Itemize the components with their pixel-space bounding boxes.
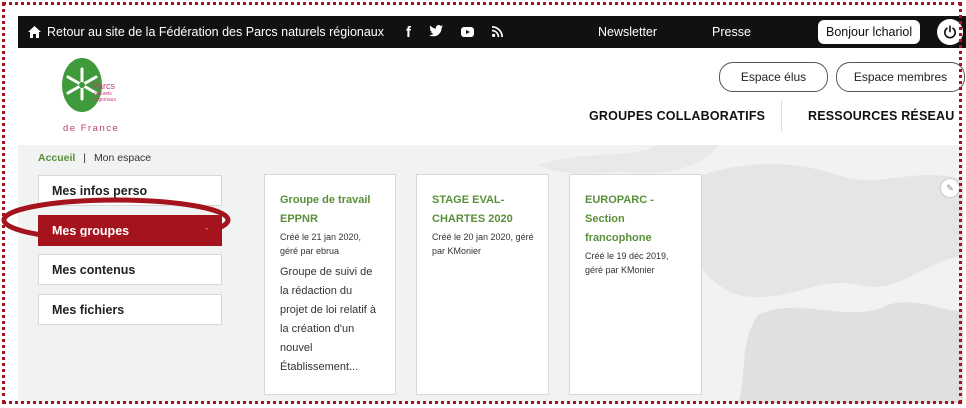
federation-home-link[interactable]: Retour au site de la Fédération des Parc… <box>28 16 384 48</box>
federation-home-label: Retour au site de la Fédération des Parc… <box>47 25 384 39</box>
logo-text-regionaux: régionaux <box>94 97 116 103</box>
nav-ressources-reseau[interactable]: RESSOURCES RÉSEAU <box>808 109 955 123</box>
power-icon <box>944 25 956 39</box>
breadcrumb-home-link[interactable]: Accueil <box>38 152 75 164</box>
annotation-ellipse <box>1 197 231 243</box>
nav-groupes-collaboratifs[interactable]: GROUPES COLLABORATIFS <box>589 109 765 123</box>
group-card-meta: Créé le 20 jan 2020, géré par KMonier <box>432 232 534 256</box>
espace-elus-button[interactable]: Espace élus <box>719 62 828 92</box>
edit-pencil-icon[interactable]: ✎ <box>940 178 960 198</box>
group-card[interactable]: EUROPARC - Section francophone Créé le 1… <box>569 174 702 395</box>
breadcrumb-current: Mon espace <box>93 152 152 164</box>
espace-membres-button[interactable]: Espace membres <box>836 62 965 92</box>
home-icon <box>28 26 41 38</box>
group-card[interactable]: STAGE EVAL-CHARTES 2020 Créé le 20 jan 2… <box>416 174 549 395</box>
facebook-icon[interactable]: f <box>406 24 411 41</box>
group-card-meta: Créé le 21 jan 2020, géré par ebrua <box>280 232 362 256</box>
logo-text-de-france: de France <box>63 123 120 134</box>
breadcrumb: Accueil | Mon espace <box>38 152 151 164</box>
group-card-description: Groupe de suivi de la rédaction du proje… <box>280 266 376 373</box>
group-card[interactable]: Groupe de travail EPPNR Créé le 21 jan 2… <box>264 174 396 395</box>
sidebar-item-label: Mes contenus <box>52 262 136 277</box>
social-links: f <box>406 16 503 48</box>
newsletter-link[interactable]: Newsletter <box>598 16 657 48</box>
youtube-icon[interactable] <box>461 27 474 37</box>
presse-link[interactable]: Presse <box>712 16 751 48</box>
sidebar-item-fichiers[interactable]: Mes fichiers <box>38 294 222 325</box>
main-content: Accueil | Mon espace Mes infos perso Mes… <box>18 145 963 403</box>
nav-divider <box>781 100 782 132</box>
user-greeting-button[interactable]: Bonjour lchariol <box>818 20 921 44</box>
rss-icon[interactable] <box>492 24 503 41</box>
twitter-icon[interactable] <box>429 24 443 41</box>
logo-text-parcs: Parcs <box>92 81 116 91</box>
group-card-title[interactable]: EUROPARC - Section francophone <box>585 191 687 248</box>
breadcrumb-separator: | <box>83 152 87 164</box>
parcs-logo[interactable]: Parcs naturels régionaux de France <box>58 57 138 139</box>
group-card-title[interactable]: Groupe de travail EPPNR <box>280 191 381 229</box>
top-bar: Retour au site de la Fédération des Parc… <box>18 16 966 48</box>
logout-button[interactable] <box>937 19 963 45</box>
sidebar-item-contenus[interactable]: Mes contenus <box>38 254 222 285</box>
sidebar-item-label: Mes fichiers <box>52 302 125 317</box>
group-card-meta: Créé le 19 déc 2019, géré par KMonier <box>585 251 669 275</box>
group-card-title[interactable]: STAGE EVAL-CHARTES 2020 <box>432 191 534 229</box>
